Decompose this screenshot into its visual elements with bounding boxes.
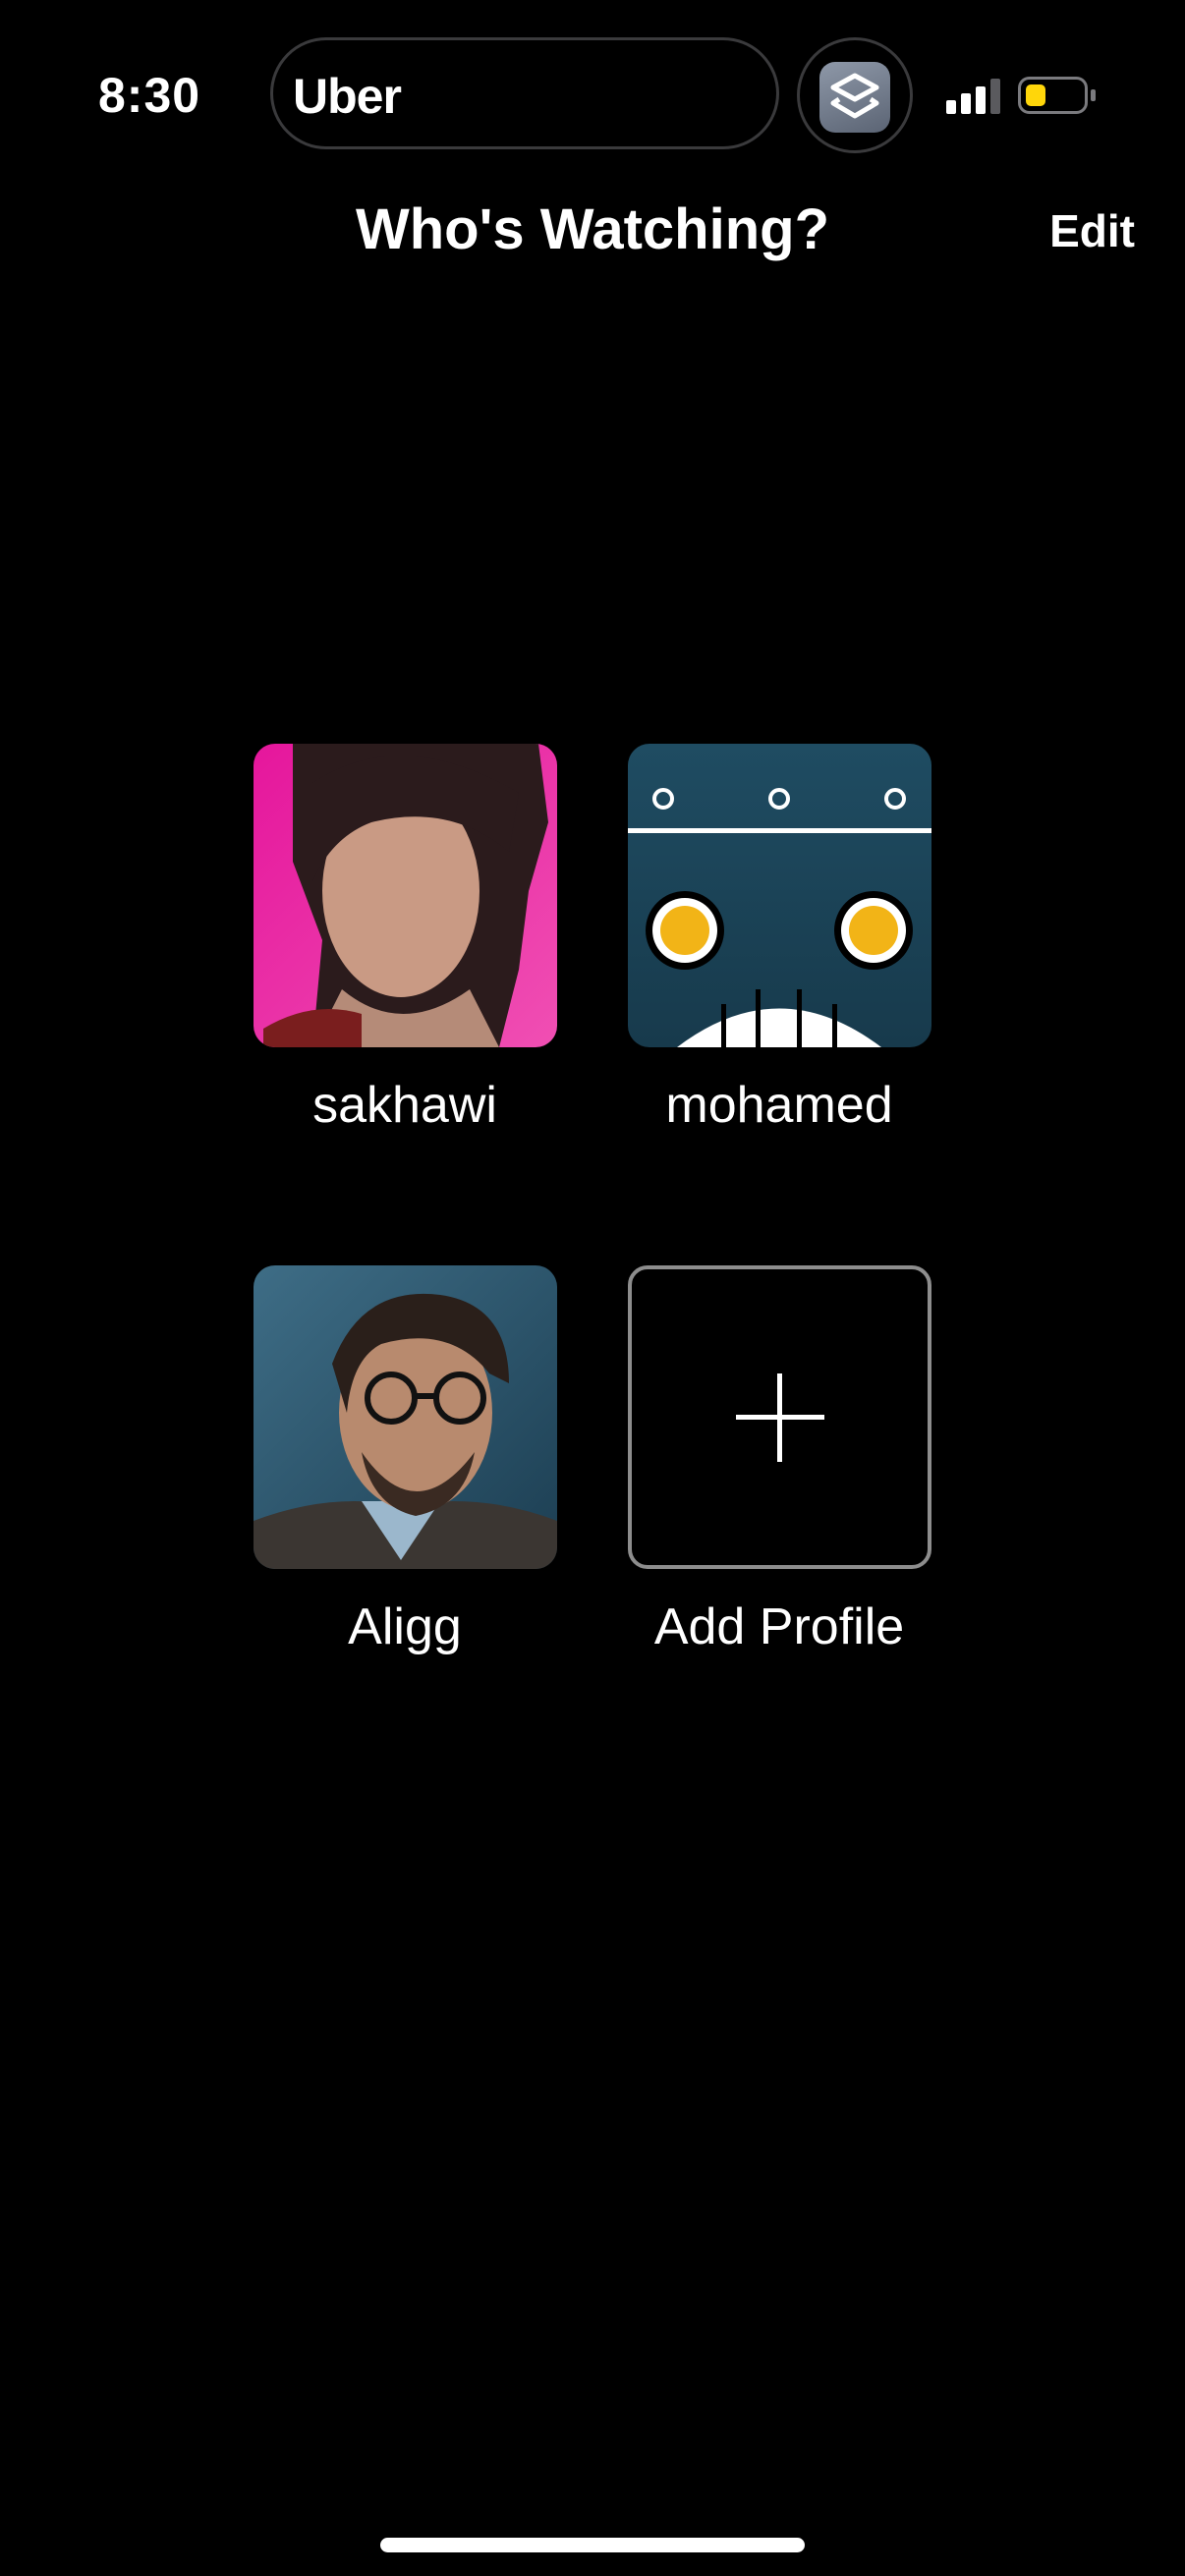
man-glasses-portrait-avatar (254, 1265, 557, 1569)
island-app-name: Uber (293, 69, 402, 124)
profile-name[interactable]: Aligg (198, 1597, 611, 1656)
add-profile-label[interactable]: Add Profile (573, 1597, 986, 1656)
page-title: Who's Watching? (355, 197, 829, 261)
status-time: 8:30 (98, 68, 201, 123)
profile-avatar-aligg[interactable] (254, 1265, 557, 1569)
woman-portrait-avatar (254, 744, 557, 1047)
add-profile-button[interactable] (628, 1265, 931, 1569)
robot-face-avatar (628, 744, 931, 1047)
shortcuts-app-icon (819, 62, 890, 133)
profile-avatar-mohamed[interactable] (628, 744, 931, 1047)
profile-name[interactable]: sakhawi (198, 1076, 611, 1135)
plus-icon (736, 1373, 824, 1462)
profile-name[interactable]: mohamed (573, 1076, 986, 1135)
edit-button[interactable]: Edit (1049, 204, 1135, 257)
dynamic-island-icon-bubble[interactable] (797, 37, 913, 153)
battery-icon (1018, 77, 1096, 114)
cellular-signal-icon (946, 79, 1000, 114)
home-indicator[interactable] (380, 2538, 805, 2552)
dynamic-island-activity[interactable]: Uber (270, 37, 779, 149)
profile-avatar-sakhawi[interactable] (254, 744, 557, 1047)
